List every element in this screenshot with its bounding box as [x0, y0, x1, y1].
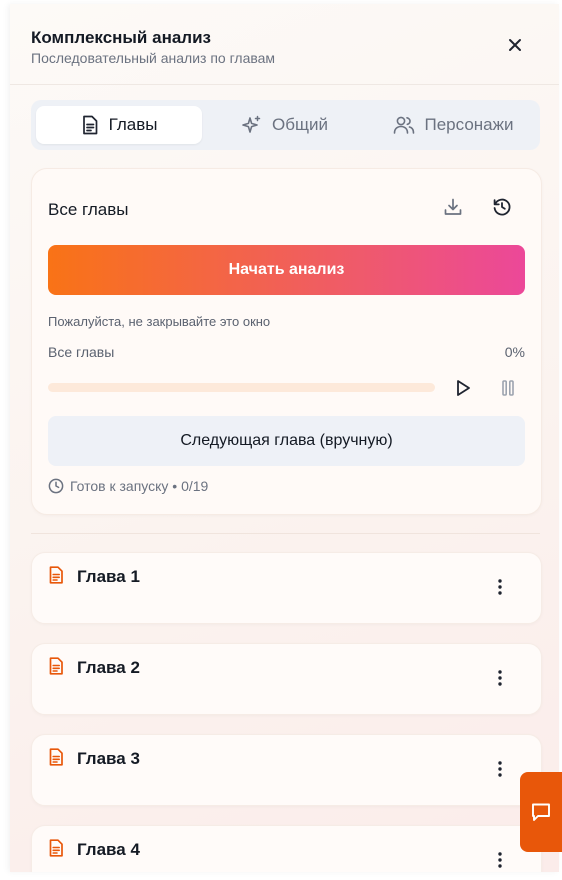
progress-percent: 0%	[504, 344, 525, 360]
document-icon	[82, 115, 97, 135]
pause-icon	[502, 380, 514, 396]
chapter-menu-button[interactable]	[488, 666, 512, 690]
chapter-title: Глава 3	[77, 749, 140, 768]
progress-label: Все главы	[48, 344, 115, 360]
tab-characters[interactable]: Персонажи	[368, 106, 538, 144]
analysis-card-title: Все главы	[48, 200, 129, 219]
sparkles-icon	[242, 115, 261, 133]
status-line: Готов к запуску • 0/19	[48, 478, 208, 494]
chapter-card[interactable]: Глава 2	[31, 643, 542, 715]
close-icon	[509, 39, 521, 51]
chapter-document-icon	[49, 657, 63, 675]
download-icon	[444, 198, 462, 215]
panel-header: Комплексный анализ Последовательный анал…	[10, 4, 559, 85]
history-icon	[493, 198, 511, 216]
chapter-document-icon	[49, 566, 63, 584]
tab-chapters-label: Главы	[108, 115, 158, 134]
more-vertical-icon	[498, 761, 502, 777]
tab-general[interactable]: Общий	[202, 106, 368, 144]
clock-icon	[48, 478, 64, 494]
chapter-document-icon	[49, 839, 63, 857]
next-chapter-button[interactable]: Следующая глава (вручную)	[48, 416, 525, 466]
warning-text: Пожалуйста, не закрывайте это окно	[48, 314, 271, 329]
chapter-title: Глава 4	[77, 840, 140, 859]
more-vertical-icon	[498, 852, 502, 868]
tab-bar: Главы Общий Персонажи	[31, 100, 540, 150]
pause-button[interactable]	[494, 374, 522, 402]
chapter-menu-button[interactable]	[488, 575, 512, 599]
close-button[interactable]	[502, 32, 528, 58]
analysis-panel: Комплексный анализ Последовательный анал…	[10, 4, 559, 872]
download-button[interactable]	[439, 193, 467, 221]
play-button[interactable]	[449, 374, 477, 402]
start-analysis-button[interactable]: Начать анализ	[48, 245, 525, 295]
panel-title: Комплексный анализ	[31, 28, 211, 47]
chapter-title: Глава 1	[77, 567, 140, 586]
play-icon	[457, 380, 470, 396]
history-button[interactable]	[488, 193, 516, 221]
chat-button[interactable]	[520, 772, 562, 852]
tab-general-label: Общий	[272, 115, 328, 134]
chat-icon	[532, 803, 550, 821]
chapter-menu-button[interactable]	[488, 757, 512, 781]
chapter-document-icon	[49, 748, 63, 766]
tab-characters-label: Персонажи	[424, 115, 514, 134]
chapter-card[interactable]: Глава 3	[31, 734, 542, 806]
status-text: Готов к запуску • 0/19	[70, 478, 209, 494]
chapter-card[interactable]: Глава 4	[31, 825, 542, 872]
tab-chapters[interactable]: Главы	[36, 106, 202, 144]
chapter-card[interactable]: Глава 1	[31, 552, 542, 624]
chapter-title: Глава 2	[77, 658, 140, 677]
section-divider	[31, 533, 540, 534]
progress-bar	[48, 383, 435, 392]
analysis-card: Все главы Начать анализ Пожалуйста, не з…	[31, 168, 542, 515]
more-vertical-icon	[498, 579, 502, 595]
users-icon	[393, 116, 414, 134]
more-vertical-icon	[498, 670, 502, 686]
chapter-menu-button[interactable]	[488, 848, 512, 872]
panel-subtitle: Последовательный анализ по главам	[31, 50, 276, 66]
